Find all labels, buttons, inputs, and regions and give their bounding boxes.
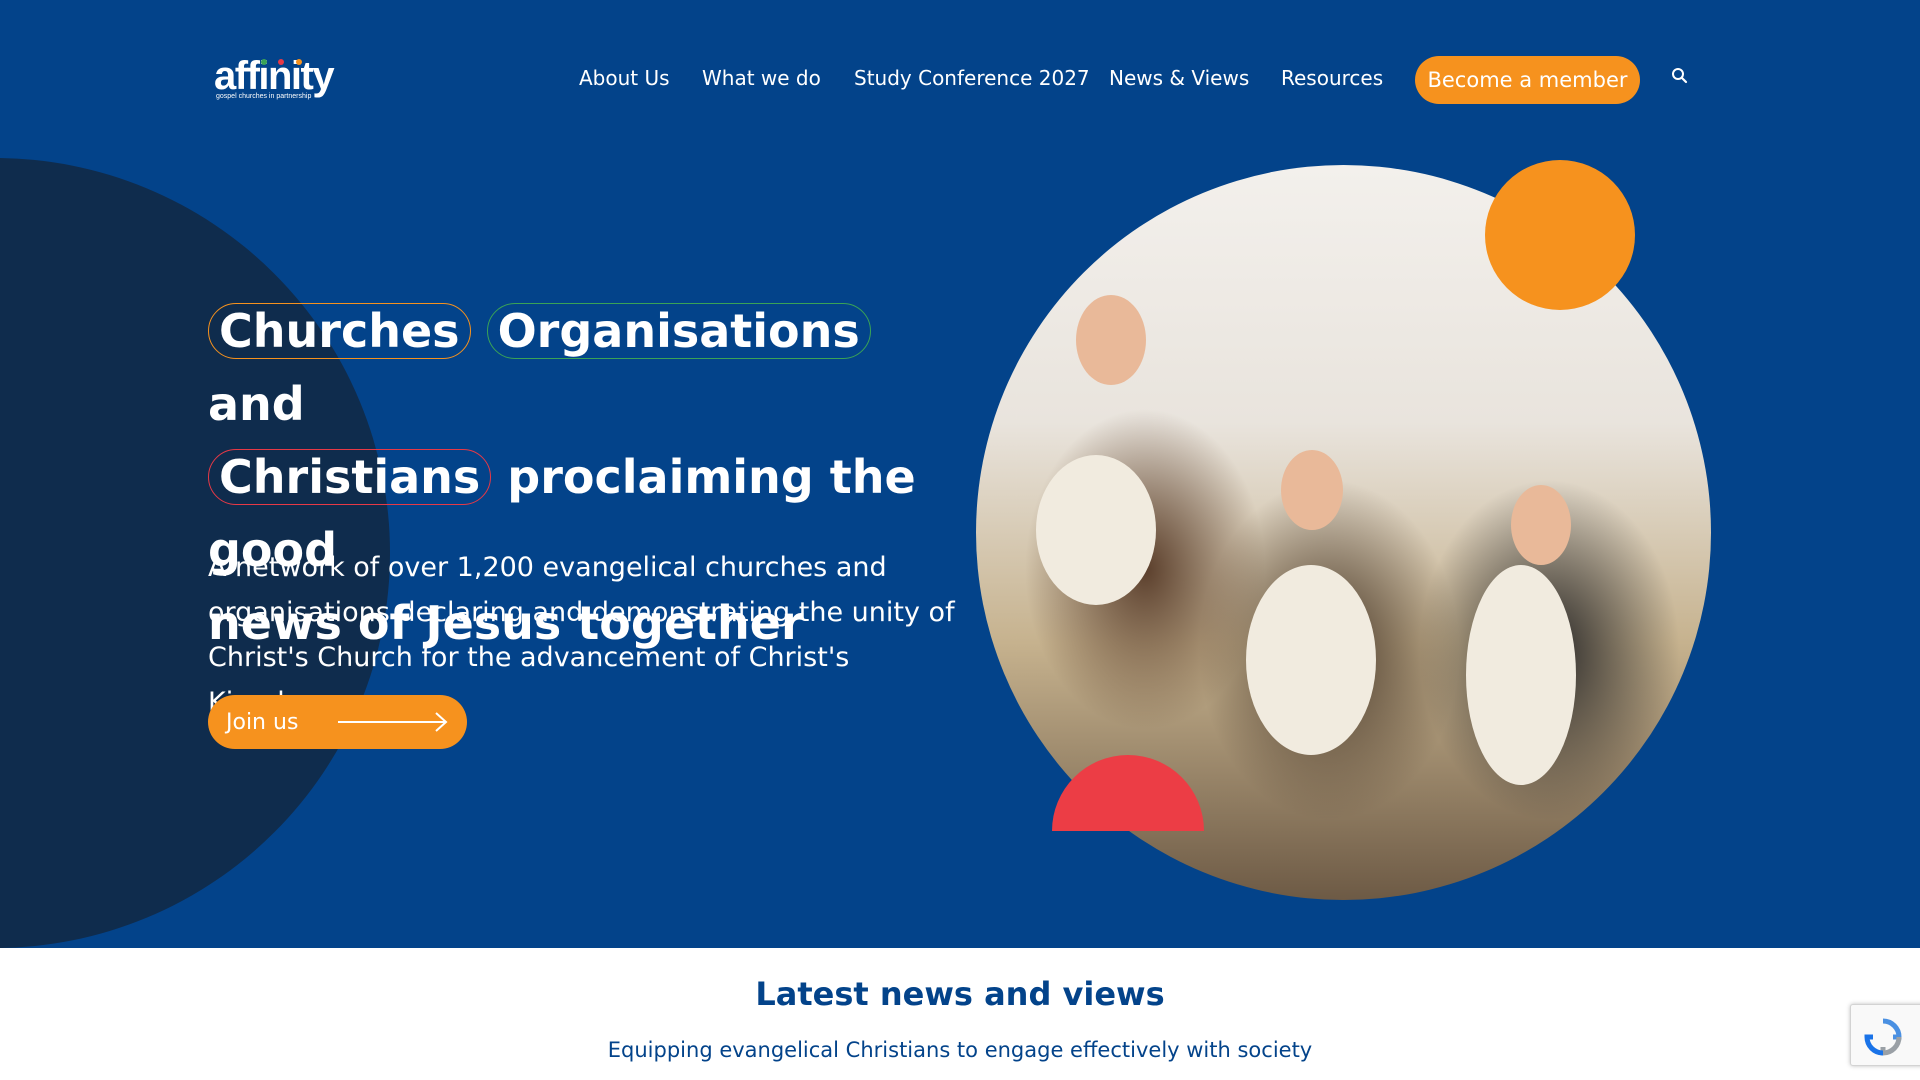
nav-item-study-conference[interactable]: Study Conference 2027 (854, 64, 1090, 92)
pill-christians: Christians (208, 449, 492, 505)
search-icon[interactable] (1670, 66, 1690, 86)
news-section-title: Latest news and views (755, 975, 1165, 1013)
logo-dot-green (261, 59, 267, 65)
nav-item-what-we-do[interactable]: What we do (702, 64, 821, 92)
news-section-subtitle: Equipping evangelical Christians to enga… (607, 1038, 1313, 1062)
pill-churches: Churches (208, 303, 471, 359)
photo-person-1 (1076, 295, 1146, 385)
nav-item-news-views[interactable]: News & Views (1109, 64, 1249, 92)
arrow-right-icon (338, 711, 450, 739)
affinity-logo[interactable]: affinity gospel churches in partnership (214, 54, 335, 100)
recaptcha-icon (1863, 1017, 1903, 1061)
logo-dot-orange (296, 59, 302, 65)
nav-item-resources[interactable]: Resources (1281, 64, 1383, 92)
photo-lamb-3 (1466, 565, 1576, 785)
logo-dot-red (278, 59, 284, 65)
logo-wordmark: affinity (214, 54, 335, 98)
headline-and: and (208, 377, 305, 431)
photo-lamb-1 (1036, 455, 1156, 605)
pill-organisations: Organisations (486, 303, 871, 359)
recaptcha-badge[interactable] (1850, 1004, 1920, 1066)
decorative-orange-circle (1485, 160, 1635, 310)
photo-lamb-2 (1246, 565, 1376, 755)
join-us-button[interactable]: Join us (208, 695, 467, 749)
photo-person-2 (1281, 450, 1343, 530)
nav-item-about-us[interactable]: About Us (579, 64, 670, 92)
join-us-label: Join us (226, 709, 299, 735)
photo-person-3 (1511, 485, 1571, 565)
become-member-button[interactable]: Become a member (1415, 56, 1640, 104)
